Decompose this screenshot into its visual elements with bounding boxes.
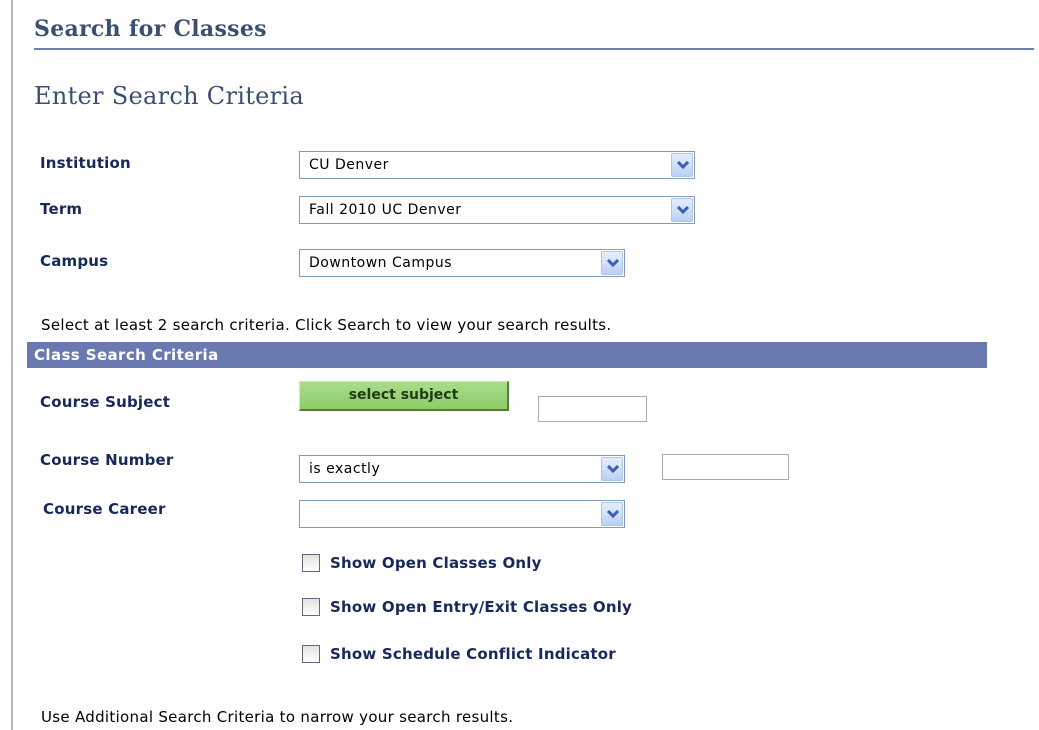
chevron-down-icon[interactable]	[671, 153, 693, 177]
show-schedule-conflict-checkbox[interactable]	[302, 645, 320, 663]
term-select[interactable]: Fall 2010 UC Denver	[299, 196, 695, 224]
course-subject-label: Course Subject	[40, 393, 171, 411]
show-schedule-conflict-label[interactable]: Show Schedule Conflict Indicator	[330, 645, 616, 663]
additional-criteria-instruction: Use Additional Search Criteria to narrow…	[41, 708, 514, 726]
show-open-entry-exit-checkbox[interactable]	[302, 598, 320, 616]
course-career-select[interactable]	[299, 500, 625, 528]
class-search-criteria-title: Class Search Criteria	[34, 346, 219, 364]
course-number-input[interactable]	[662, 454, 789, 480]
campus-select[interactable]: Downtown Campus	[299, 249, 625, 277]
course-career-label: Course Career	[43, 500, 166, 518]
institution-select[interactable]: CU Denver	[299, 151, 695, 179]
institution-select-value: CU Denver	[309, 157, 389, 173]
page-left-border	[11, 0, 13, 730]
class-search-criteria-header: Class Search Criteria	[27, 342, 987, 368]
campus-select-value: Downtown Campus	[309, 255, 453, 271]
term-select-value: Fall 2010 UC Denver	[309, 202, 462, 218]
section-title: Enter Search Criteria	[34, 82, 304, 110]
course-number-label: Course Number	[40, 451, 174, 469]
title-divider	[34, 48, 1034, 50]
campus-label: Campus	[40, 252, 109, 270]
chevron-down-icon[interactable]	[671, 198, 693, 222]
course-subject-input[interactable]	[538, 396, 647, 422]
course-number-operator-value: is exactly	[309, 461, 381, 477]
course-number-operator-select[interactable]: is exactly	[299, 455, 625, 483]
chevron-down-icon[interactable]	[601, 502, 623, 526]
show-open-classes-label[interactable]: Show Open Classes Only	[330, 554, 542, 572]
chevron-down-icon[interactable]	[601, 457, 623, 481]
select-criteria-instruction: Select at least 2 search criteria. Click…	[41, 316, 612, 334]
show-open-entry-exit-label[interactable]: Show Open Entry/Exit Classes Only	[330, 598, 632, 616]
chevron-down-icon[interactable]	[601, 251, 623, 275]
show-open-classes-checkbox[interactable]	[302, 554, 320, 572]
page-title: Search for Classes	[34, 16, 267, 42]
select-subject-button[interactable]: select subject	[299, 381, 509, 411]
institution-label: Institution	[40, 154, 131, 172]
term-label: Term	[40, 200, 83, 218]
search-for-classes-page: Search for Classes Enter Search Criteria…	[0, 0, 1039, 730]
